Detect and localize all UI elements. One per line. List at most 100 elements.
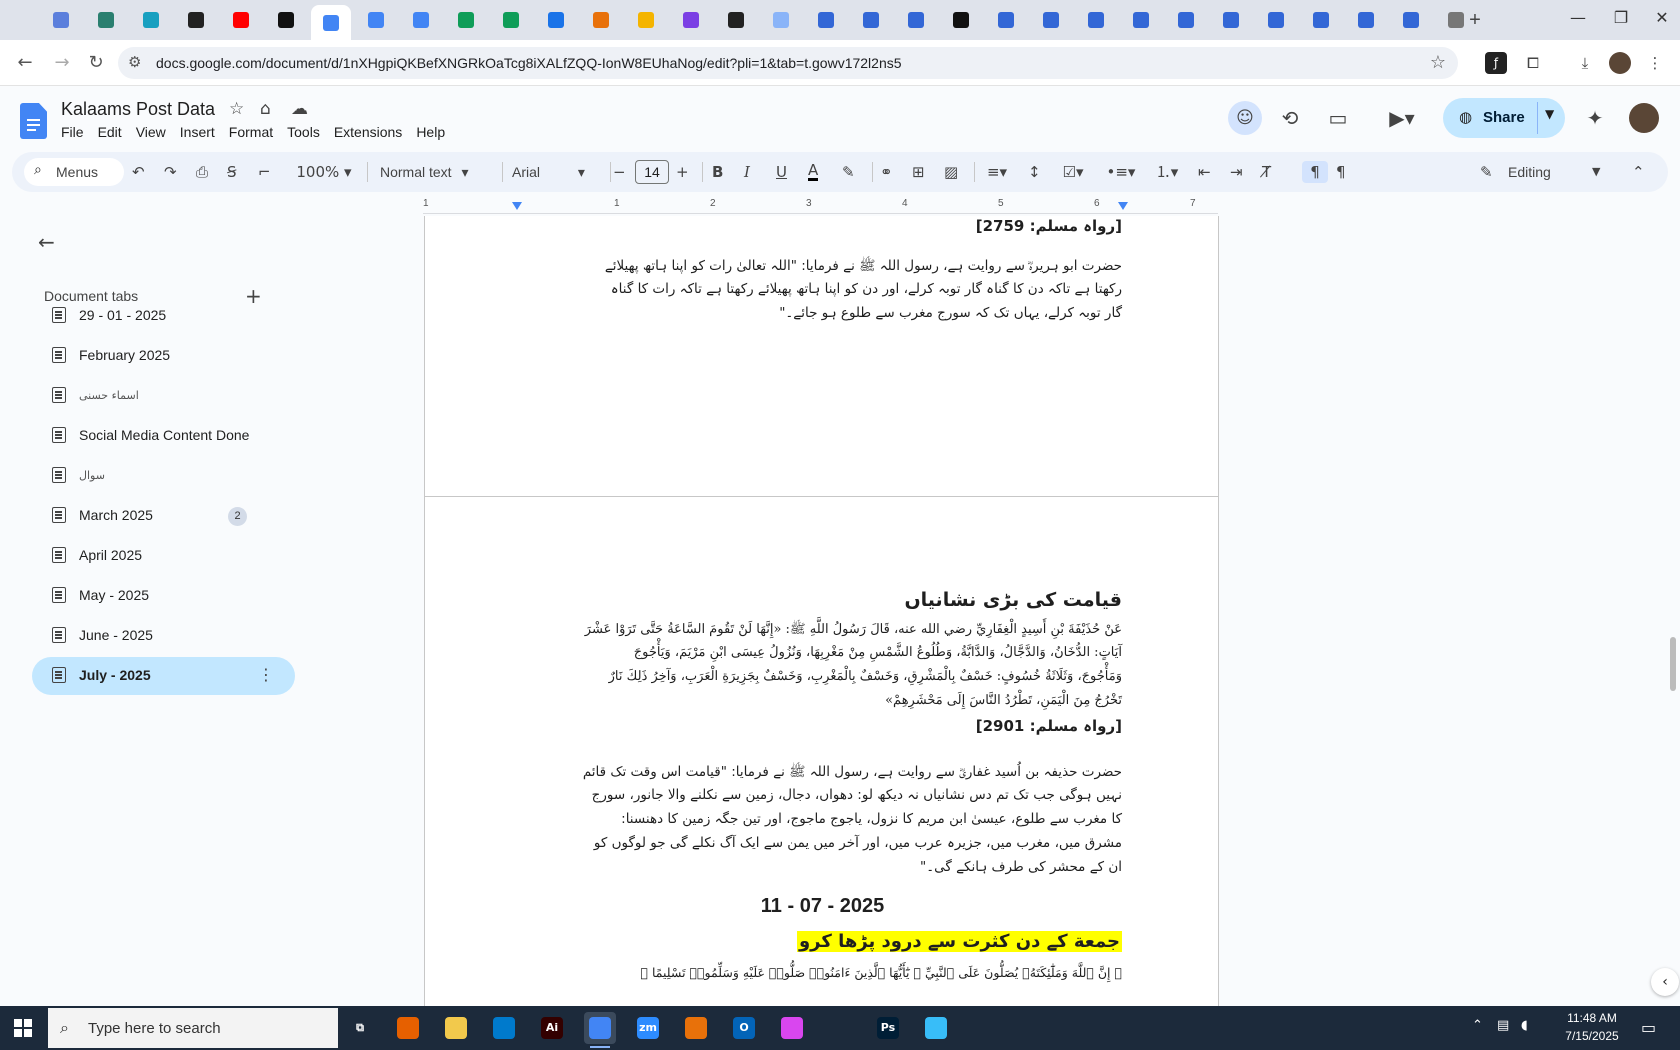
link-icon[interactable]: ⚭	[880, 161, 893, 183]
browser-tab[interactable]	[1396, 7, 1426, 33]
scrollbar-thumb[interactable]	[1670, 637, 1676, 691]
side-panel-toggle-icon[interactable]: ‹	[1651, 968, 1679, 996]
browser-tab[interactable]	[991, 7, 1021, 33]
browser-tab[interactable]	[676, 7, 706, 33]
browser-tab[interactable]	[1081, 7, 1111, 33]
urdu-line[interactable]: ان کے محشر کی طرف ہانکے گی۔"	[920, 859, 1122, 875]
document-tab[interactable]: سوال	[32, 457, 295, 495]
document-tab[interactable]: July - 2025 ⋮	[32, 657, 295, 695]
share-button[interactable]: ◍ Share ▼	[1443, 98, 1565, 138]
zoom-select[interactable]: 100% ▾	[294, 161, 354, 183]
zoom-icon[interactable]: zm	[632, 1012, 664, 1044]
url-text[interactable]: docs.google.com/document/d/1nXHgpiQKBefX…	[156, 55, 902, 71]
browser-tab[interactable]	[1036, 7, 1066, 33]
browser-tab[interactable]	[451, 7, 481, 33]
decrease-font-size-icon[interactable]: −	[613, 161, 626, 183]
spellcheck-icon[interactable]: Ꞩ	[227, 161, 237, 183]
urdu-line[interactable]: حضرت حذیفہ بن اُسید غفاریؓ سے روایت ہے، …	[583, 763, 1122, 783]
firefox-icon[interactable]	[392, 1012, 424, 1044]
close-outline-arrow-icon[interactable]: ←	[38, 230, 55, 254]
arabic-line[interactable]: وَمَأْجُوجَ، وَثَلَاثَةُ خُسُوفٍ: خَسْفٌ…	[609, 669, 1122, 684]
menu-edit[interactable]: Edit	[98, 124, 128, 140]
editing-mode-select[interactable]: ✎ Editing ▼	[1474, 158, 1614, 186]
taskbar-clock[interactable]: 11:48 AM 7/15/2025	[1557, 1011, 1627, 1043]
menu-extensions[interactable]: Extensions	[334, 124, 408, 140]
document-title[interactable]: Kalaams Post Data	[61, 99, 215, 120]
move-folder-icon[interactable]: ⌂	[260, 99, 271, 119]
date-heading[interactable]: 11 - 07 - 2025	[425, 895, 1220, 918]
paint-format-icon[interactable]: ⌐	[258, 161, 271, 183]
hadith-reference[interactable]: [رواہ مسلم: 2901]	[976, 717, 1122, 735]
browser-tab[interactable]	[631, 7, 661, 33]
ruler[interactable]: 1 1 2 3 4 5 6 7	[423, 198, 1218, 214]
urdu-line[interactable]: کا مغرب سے طلوع، عیسیٰ ابن مریم کا نزول،…	[621, 811, 1122, 827]
menu-view[interactable]: View	[136, 124, 172, 140]
browser-tab[interactable]	[1171, 7, 1201, 33]
browser-tab[interactable]	[1306, 7, 1336, 33]
browser-tab[interactable]	[766, 7, 796, 33]
checklist-icon[interactable]: ☑▾	[1056, 161, 1090, 183]
notifications-icon[interactable]: ▭	[1641, 1018, 1656, 1037]
highlight-icon[interactable]: ✎	[842, 161, 855, 183]
browser-tab[interactable]	[311, 5, 351, 40]
arabic-line[interactable]: تَخْرُجُ مِنَ الْيَمَنِ، تَطْرُدُ النَّا…	[885, 693, 1122, 708]
document-tab[interactable]: May - 2025	[32, 577, 295, 615]
document-tab[interactable]: April 2025	[32, 537, 295, 575]
meet-camera-icon[interactable]: ▶▾	[1380, 104, 1424, 132]
italic-icon[interactable]: I	[744, 161, 750, 183]
menu-tools[interactable]: Tools	[287, 124, 326, 140]
photoshop-icon[interactable]: Ps	[872, 1012, 904, 1044]
tray-chevron-icon[interactable]: ⌃	[1472, 1018, 1483, 1033]
extensions-puzzle-icon[interactable]: ⧠	[1522, 52, 1544, 74]
browser-tab[interactable]	[901, 7, 931, 33]
decrease-indent-icon[interactable]: ⇤	[1198, 161, 1211, 183]
font-select[interactable]: Arial ▾	[512, 161, 604, 183]
document-tab[interactable]: Social Media Content Done	[32, 417, 295, 455]
underline-icon[interactable]: U	[776, 161, 787, 183]
menu-insert[interactable]: Insert	[180, 124, 221, 140]
browser-tab[interactable]	[136, 7, 166, 33]
illustrator-icon[interactable]: Ai	[536, 1012, 568, 1044]
file-explorer-icon[interactable]	[440, 1012, 472, 1044]
urdu-line[interactable]: رکھتا ہے تاکہ دن کا گناہ گار توبہ کرلے، …	[611, 281, 1122, 297]
browser-tab[interactable]	[226, 7, 256, 33]
text-color-icon[interactable]: A	[808, 161, 819, 181]
taskbar-search[interactable]: ⌕ Type here to search	[48, 1008, 338, 1048]
tab-options-icon[interactable]: ⋮	[258, 665, 274, 684]
document-tab[interactable]: February 2025	[32, 337, 295, 375]
site-info-icon[interactable]: ⚙	[128, 53, 141, 71]
browser-tab[interactable]	[721, 7, 751, 33]
browser-tab[interactable]	[46, 7, 76, 33]
bulleted-list-icon[interactable]: •≡▾	[1104, 161, 1138, 183]
browser-tab[interactable]	[946, 7, 976, 33]
meeting-icon[interactable]: ☺	[1228, 101, 1262, 135]
menu-file[interactable]: File	[61, 124, 90, 140]
urdu-line[interactable]: نہیں ہوگی جب تک تم دس نشانیاں نہ دیکھ لو…	[592, 787, 1122, 803]
app-icon[interactable]	[776, 1012, 808, 1044]
profile-avatar[interactable]	[1609, 52, 1631, 74]
clear-formatting-icon[interactable]: T̸	[1262, 161, 1271, 183]
style-select[interactable]: Normal text ▾	[380, 161, 495, 183]
browser-tab[interactable]	[91, 7, 121, 33]
ltr-icon[interactable]: ¶	[1302, 161, 1328, 183]
back-icon[interactable]: ←	[13, 51, 37, 75]
browser-tab[interactable]	[1351, 7, 1381, 33]
arabic-line[interactable]: آيَاتٍ: الدُّخَانُ، وَالدَّجَّالُ، وَالد…	[634, 645, 1122, 660]
document-tab[interactable]: March 2025 2	[32, 497, 295, 535]
comments-icon[interactable]: ▭	[1324, 104, 1352, 132]
hadith-reference[interactable]: [رواہ مسلم: 2759]	[976, 217, 1122, 235]
add-comment-icon[interactable]: ⊞	[912, 161, 925, 183]
star-icon[interactable]: ☆	[229, 99, 244, 119]
print-icon[interactable]: ⎙	[196, 161, 208, 183]
task-view-icon[interactable]: ⧉	[344, 1012, 376, 1044]
maximize-icon[interactable]: ❐	[1601, 8, 1641, 32]
browser-tab[interactable]	[406, 7, 436, 33]
browser-tab[interactable]	[496, 7, 526, 33]
menu-help[interactable]: Help	[416, 124, 451, 140]
align-icon[interactable]: ≡▾	[982, 161, 1012, 183]
page[interactable]: [رواہ مسلم: 2759] حضرت ابو ہریرہؓ سے روا…	[424, 216, 1219, 503]
chrome-menu-icon[interactable]: ⋮	[1644, 52, 1666, 74]
chrome-icon[interactable]	[584, 1012, 616, 1048]
rtl-icon[interactable]: ¶	[1336, 161, 1346, 183]
numbered-list-icon[interactable]: ⒈▾	[1150, 161, 1184, 183]
